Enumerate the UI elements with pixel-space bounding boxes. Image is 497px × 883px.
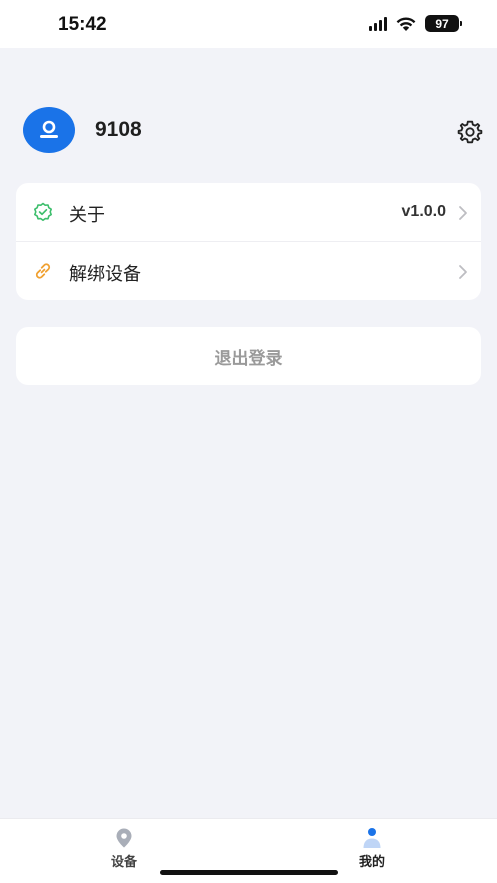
- status-icons: 97: [369, 15, 462, 32]
- menu-card: 关于 v1.0.0 解绑设备: [16, 183, 481, 300]
- chevron-right-icon: [459, 206, 467, 220]
- user-icon: [40, 120, 58, 138]
- badge-check-icon: [34, 202, 52, 222]
- logout-button[interactable]: 退出登录: [16, 327, 481, 385]
- tab-mine-label: 我的: [358, 854, 385, 869]
- profile-row: 9108: [23, 107, 483, 157]
- wifi-icon: [396, 16, 416, 31]
- menu-item-about-label: 关于: [69, 205, 105, 225]
- link-icon: [35, 263, 51, 279]
- battery-level: 97: [435, 16, 449, 31]
- person-icon: [363, 828, 381, 848]
- menu-item-unbind-device-label: 解绑设备: [69, 264, 141, 284]
- chevron-right-icon: [459, 265, 467, 279]
- menu-item-about[interactable]: 关于 v1.0.0: [16, 183, 481, 241]
- tab-devices-label: 设备: [110, 854, 137, 869]
- avatar[interactable]: [23, 107, 75, 153]
- version-value: v1.0.0: [401, 203, 446, 220]
- status-time: 15:42: [58, 14, 107, 35]
- gear-icon[interactable]: [457, 119, 483, 145]
- location-pin-icon: [116, 828, 132, 848]
- status-bar: 15:42 97: [0, 0, 497, 48]
- menu-item-unbind-device[interactable]: 解绑设备: [16, 241, 481, 299]
- username: 9108: [95, 118, 142, 141]
- home-indicator: [160, 870, 338, 875]
- tab-devices[interactable]: 设备: [84, 827, 164, 875]
- signal-icon: [369, 16, 387, 31]
- battery-icon: 97: [425, 15, 462, 32]
- tab-mine[interactable]: 我的: [332, 827, 412, 875]
